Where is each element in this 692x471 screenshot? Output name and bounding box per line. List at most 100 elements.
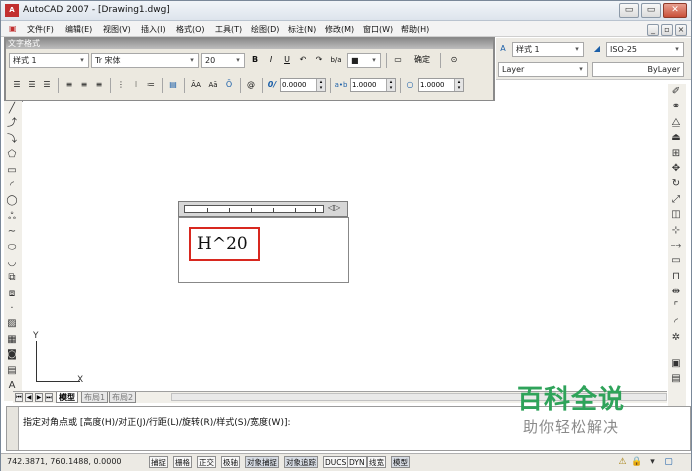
menu-insert[interactable]: 插入(I) [141, 24, 166, 35]
menu-window[interactable]: 窗口(W) [363, 24, 393, 35]
align-bottom-icon[interactable]: ≡ [92, 77, 106, 93]
uppercase-list-icon[interactable]: ≔ [144, 77, 158, 93]
ellipse-icon[interactable]: ⬭ [4, 240, 20, 255]
insert-block-icon[interactable]: ⧉ [4, 270, 20, 285]
array-icon[interactable]: ⊞ [668, 146, 684, 161]
lock-icon[interactable]: 🔒 [631, 456, 642, 468]
bold-button[interactable]: B [248, 52, 262, 68]
minimize-button[interactable]: ▭ [619, 3, 639, 18]
copy-icon[interactable]: ⚭ [668, 99, 684, 114]
insert-field-icon[interactable]: ▤ [166, 77, 180, 93]
hatch-icon[interactable]: ▨ [4, 316, 20, 331]
grid-toggle[interactable]: 栅格 [173, 456, 192, 468]
osnap-toggle[interactable]: 对象捕捉 [245, 456, 279, 468]
layer-select[interactable]: Layer ▾ [498, 62, 588, 77]
uppercase-button[interactable]: ĀA [188, 77, 204, 93]
options-icon[interactable]: ⊙ [446, 52, 462, 68]
trim-icon[interactable]: ⊹ [668, 223, 684, 238]
circle-icon[interactable]: ◯ [4, 193, 20, 208]
model-toggle[interactable]: 模型 [391, 456, 410, 468]
ruler-width-handle-icon[interactable]: ◁▷ [328, 203, 340, 212]
extend-icon[interactable]: ⤍ [668, 238, 684, 253]
close-button[interactable]: ✕ [663, 3, 687, 18]
point-icon[interactable]: · [4, 301, 20, 316]
doc-close-button[interactable]: × [675, 24, 687, 36]
text-height-select[interactable]: 20 ▾ [201, 53, 245, 68]
doc-minimize-button[interactable]: _ [647, 24, 659, 36]
dim-style-icon[interactable]: ◢ [590, 41, 604, 57]
rectangle-icon[interactable]: ▭ [4, 163, 20, 178]
break-icon[interactable]: ⊓ [668, 269, 684, 284]
stretch-icon[interactable]: ◫ [668, 207, 684, 222]
polar-toggle[interactable]: 极轴 [221, 456, 240, 468]
text-color-select[interactable]: ■ ▾ [347, 53, 381, 68]
match-icon[interactable]: ▤ [668, 371, 684, 386]
menu-tools[interactable]: 工具(T) [215, 24, 242, 35]
tracking-field[interactable]: 1.0000 ▴ ▾ [350, 78, 396, 92]
command-line-handle[interactable] [7, 407, 19, 450]
explode-icon[interactable]: ✲ [668, 330, 684, 345]
stack-button[interactable]: b/a [328, 52, 344, 68]
make-block-icon[interactable]: ⧈ [4, 286, 20, 301]
numbering-icon[interactable]: ⋮ [114, 77, 128, 93]
lineweight-toggle[interactable]: 线宽 [367, 456, 386, 468]
first-tab-icon[interactable]: ⏮ [15, 393, 23, 402]
table-icon[interactable]: ▤ [4, 363, 20, 378]
bullets-icon[interactable]: ⁝ [129, 77, 143, 93]
align-right-icon[interactable]: ☰ [40, 77, 54, 93]
symbol-button[interactable]: @ [244, 77, 258, 93]
tab-layout2[interactable]: 布局2 [109, 392, 137, 403]
spline-icon[interactable]: ∼ [4, 224, 20, 239]
mirror-icon[interactable]: ⧋ [668, 115, 684, 130]
linetype-select[interactable]: ByLayer [592, 62, 684, 77]
mtext-editor[interactable]: H^20 [178, 217, 349, 283]
menu-file[interactable]: 文件(F) [27, 24, 54, 35]
dim-style-select[interactable]: ISO-25 ▾ [606, 42, 684, 57]
menu-modify[interactable]: 修改(M) [325, 24, 354, 35]
align-top-icon[interactable]: ≡ [62, 77, 76, 93]
menu-dimension[interactable]: 标注(N) [288, 24, 316, 35]
mtext-ruler[interactable]: ◁▷ [178, 201, 348, 217]
arc-icon[interactable]: ◜ [4, 178, 20, 193]
align-middle-icon[interactable]: ≡ [77, 77, 91, 93]
align-left-icon[interactable]: ☰ [10, 77, 24, 93]
next-tab-icon[interactable]: ▶ [35, 393, 43, 402]
scale-icon[interactable]: ⤢ [668, 192, 684, 207]
polygon-icon[interactable]: ⬠ [4, 147, 20, 162]
revcloud-icon[interactable]: ஃ [4, 209, 20, 224]
doc-restore-button[interactable]: ▫ [661, 24, 673, 36]
redo-button[interactable]: ↷ [312, 52, 326, 68]
ellipse-arc-icon[interactable]: ◡ [4, 255, 20, 270]
warning-icon[interactable]: ⚠ [617, 456, 628, 468]
width-factor-field[interactable]: 1.0000 ▴ ▾ [418, 78, 464, 92]
polyline-icon[interactable]: ⤵ [4, 132, 20, 147]
italic-button[interactable]: I [264, 52, 278, 68]
menu-draw[interactable]: 绘图(D) [251, 24, 279, 35]
undo-button[interactable]: ↶ [296, 52, 310, 68]
dyn-toggle[interactable]: DYN [347, 456, 367, 468]
menu-help[interactable]: 帮助(H) [401, 24, 429, 35]
properties-icon[interactable]: ▣ [668, 356, 684, 371]
ortho-toggle[interactable]: 正交 [197, 456, 216, 468]
line-icon[interactable]: ╱ [4, 101, 20, 116]
spinner-arrows-icon[interactable]: ▴ ▾ [386, 79, 395, 91]
underline-button[interactable]: U [280, 52, 294, 68]
rotate-icon[interactable]: ↻ [668, 176, 684, 191]
font-select[interactable]: Tr 宋体 ▾ [91, 53, 199, 68]
move-icon[interactable]: ✥ [668, 161, 684, 176]
region-icon[interactable]: ◙ [4, 347, 20, 362]
tab-layout1[interactable]: 布局1 [81, 392, 109, 403]
oblique-angle-field[interactable]: 0.0000 ▴ ▾ [280, 78, 326, 92]
fillet-icon[interactable]: ◜ [668, 315, 684, 330]
chamfer-icon[interactable]: ⌜ [668, 299, 684, 314]
ok-button[interactable]: 确定 [408, 52, 436, 68]
ducs-toggle[interactable]: DUCS [323, 456, 349, 468]
join-icon[interactable]: ⇹ [668, 284, 684, 299]
tab-model[interactable]: 模型 [56, 392, 78, 403]
clean-screen-icon[interactable]: ▢ [663, 456, 674, 468]
break-at-point-icon[interactable]: ▭ [668, 253, 684, 268]
erase-icon[interactable]: ✐ [668, 84, 684, 99]
text-style-icon[interactable]: A [496, 41, 510, 57]
overline-button[interactable]: Ō [222, 77, 236, 93]
offset-icon[interactable]: ⏏ [668, 130, 684, 145]
